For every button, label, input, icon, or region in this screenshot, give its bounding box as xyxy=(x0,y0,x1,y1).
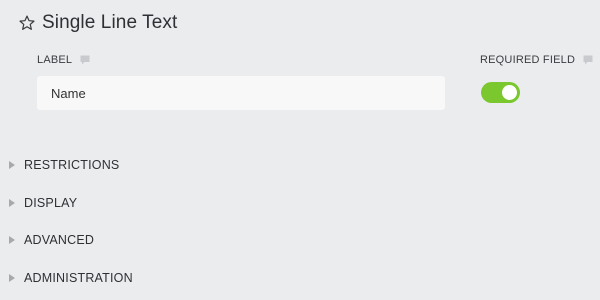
section-label: ADMINISTRATION xyxy=(24,271,133,285)
required-field-label: REQUIRED FIELD xyxy=(480,54,593,66)
label-field-label: LABEL xyxy=(37,54,90,66)
section-administration[interactable]: ADMINISTRATION xyxy=(9,271,133,285)
section-label: DISPLAY xyxy=(24,196,78,210)
section-advanced[interactable]: ADVANCED xyxy=(9,233,94,247)
section-restrictions[interactable]: RESTRICTIONS xyxy=(9,158,119,172)
caret-right-icon xyxy=(9,161,15,169)
caret-right-icon xyxy=(9,274,15,282)
required-field-toggle[interactable] xyxy=(481,82,520,103)
comment-icon[interactable] xyxy=(583,55,593,65)
label-input[interactable] xyxy=(37,76,445,110)
section-display[interactable]: DISPLAY xyxy=(9,196,77,210)
page-title: Single Line Text xyxy=(42,12,178,33)
caret-right-icon xyxy=(9,199,15,207)
required-field-label-text: REQUIRED FIELD xyxy=(480,54,576,66)
caret-right-icon xyxy=(9,236,15,244)
label-field-label-text: LABEL xyxy=(37,54,73,66)
star-outline-icon[interactable] xyxy=(18,14,36,32)
field-settings-panel: Single Line Text LABEL REQUIRED FIELD RE… xyxy=(0,0,600,300)
section-label: RESTRICTIONS xyxy=(24,158,120,172)
panel-header: Single Line Text xyxy=(18,12,177,34)
section-label: ADVANCED xyxy=(24,233,95,247)
comment-icon[interactable] xyxy=(80,55,90,65)
toggle-knob xyxy=(502,85,517,100)
